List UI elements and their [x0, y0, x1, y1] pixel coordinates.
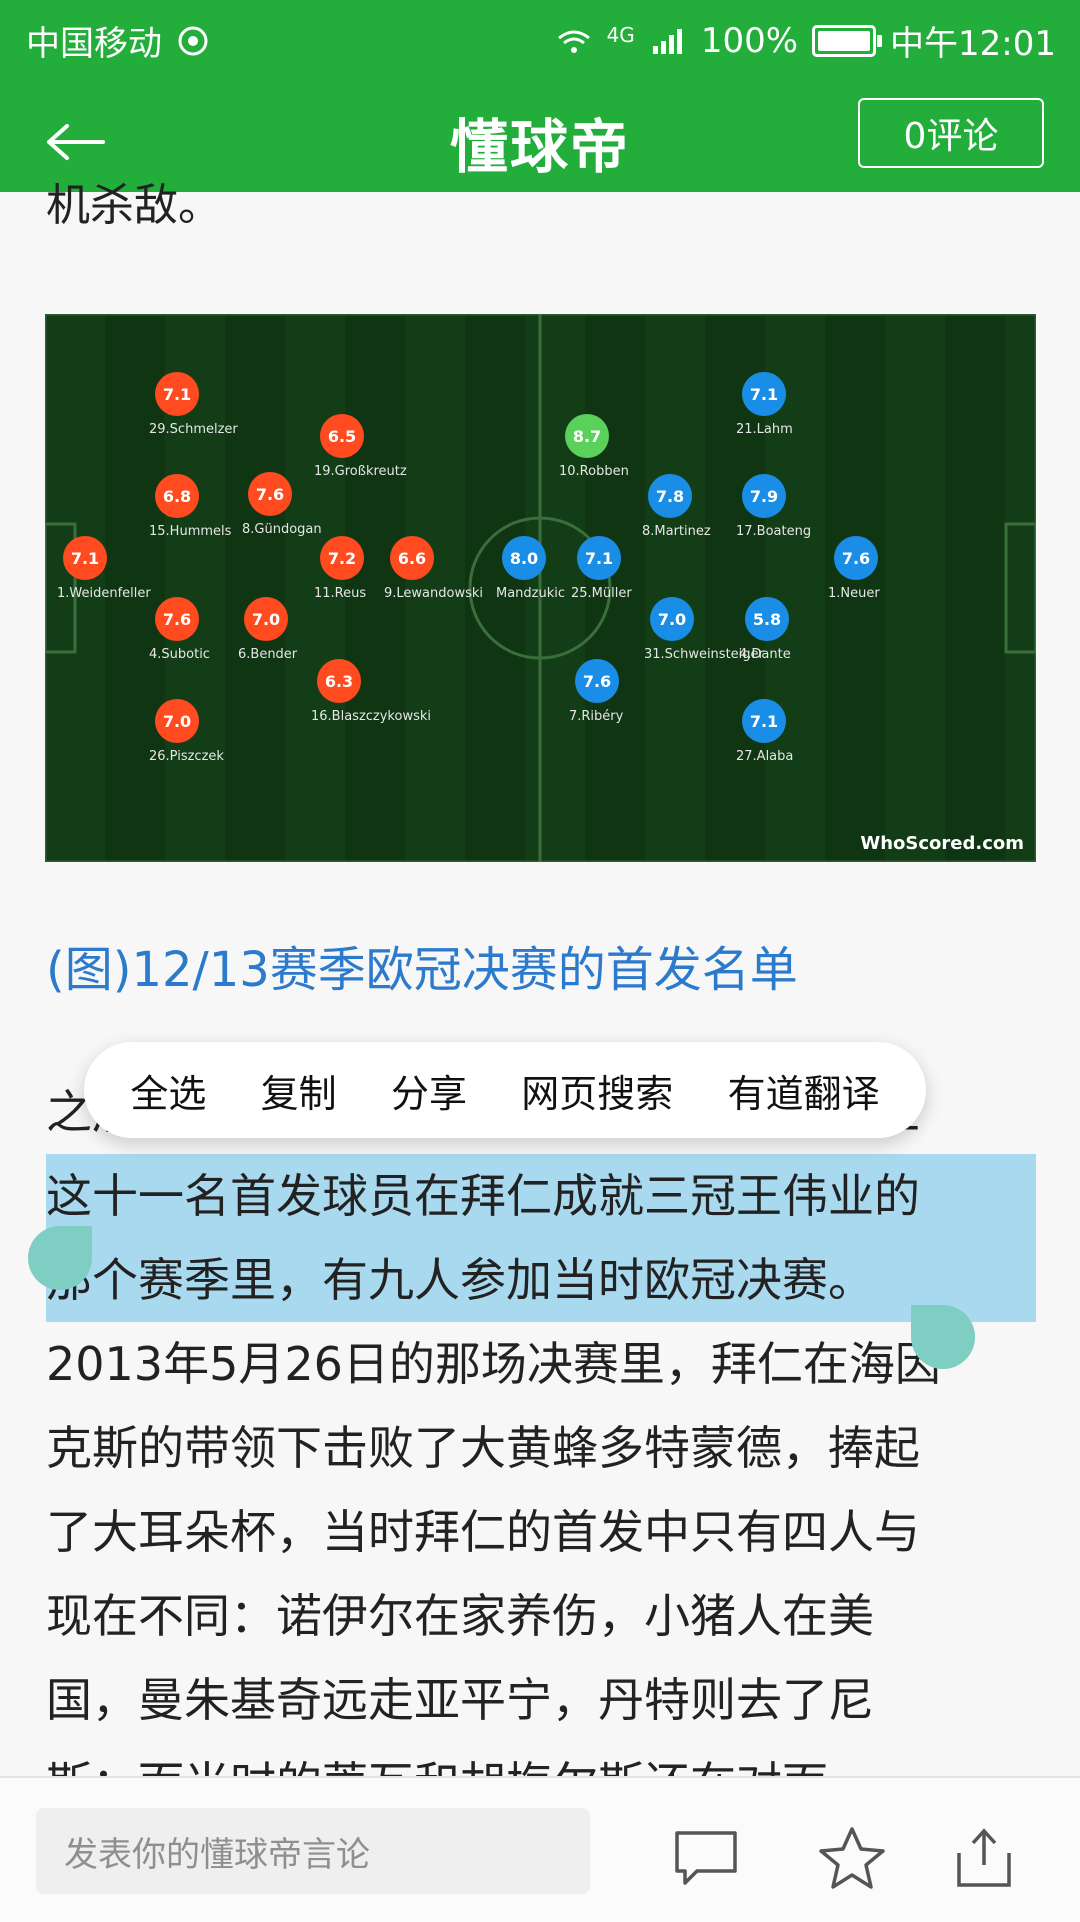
battery-icon	[812, 24, 883, 57]
player-marker: 7.1 29.Schmelzer	[149, 372, 305, 452]
player-rating: 6.6	[390, 536, 434, 580]
player-rating: 7.0	[155, 699, 199, 743]
player-name: 27.Alaba	[736, 749, 794, 764]
player-rating: 8.0	[502, 536, 546, 580]
player-rating: 7.1	[577, 536, 621, 580]
selection-start-handle[interactable]	[28, 1226, 92, 1290]
lineup-image: 7.1 29.Schmelzer 6.5 19.Großkreutz 6.8 15.Hum…	[45, 314, 1036, 862]
player-name: 21.Lahm	[736, 422, 793, 437]
player-rating: 6.8	[155, 474, 199, 518]
signal-icon	[649, 22, 687, 60]
player-rating: 7.8	[648, 474, 692, 518]
player-name: 6.Bender	[238, 647, 298, 662]
player-marker: 5.8 4.Dante	[739, 597, 895, 677]
article-line: 克斯的带领下击败了大黄蜂多特蒙德，捧起	[46, 1421, 920, 1475]
player-rating: 7.0	[650, 597, 694, 641]
player-name: 29.Schmelzer	[149, 422, 238, 437]
clock: 中午12:01	[890, 24, 1056, 64]
watermark: WhoScored.com	[860, 833, 1024, 854]
player-rating: 7.1	[63, 536, 107, 580]
comment-input[interactable]: 发表你的懂球帝言论	[36, 1808, 590, 1894]
share-text-button[interactable]: 分享	[383, 1063, 475, 1118]
article-line: 了大耳朵杯，当时拜仁的首发中只有四人与	[46, 1505, 920, 1559]
player-rating: 8.7	[565, 414, 609, 458]
player-rating: 7.6	[155, 597, 199, 641]
player-name: 9.Lewandowski	[384, 586, 484, 601]
star-icon	[819, 1827, 885, 1889]
copy-button[interactable]: 复制	[253, 1063, 345, 1118]
player-rating: 7.1	[742, 699, 786, 743]
player-rating: 7.1	[742, 372, 786, 416]
player-marker: 7.1 21.Lahm	[736, 372, 892, 452]
selection-end-handle[interactable]	[911, 1305, 975, 1369]
chat-bubble-icon	[675, 1831, 737, 1885]
text-selection-menu: 全选 复制 分享 网页搜索 有道翻译	[84, 1042, 926, 1138]
network-type: 4G	[606, 22, 635, 47]
player-rating: 7.2	[320, 536, 364, 580]
player-name: 1.Weidenfeller	[57, 586, 151, 601]
player-name: 8.Gündogan	[242, 522, 322, 537]
top-bar: 中国移动 4G 100% 中午12:01 懂球帝 0评论	[0, 0, 1080, 192]
status-left: 中国移动	[26, 16, 212, 65]
article-line: 2013年5月26日的那场决赛里，拜仁在海因	[46, 1337, 941, 1391]
player-name: Mandzukic	[496, 586, 566, 601]
soccer-ball-icon	[174, 22, 212, 60]
article-line-selected: 那个赛季里，有九人参加当时欧冠决赛。	[46, 1238, 1036, 1322]
translate-button[interactable]: 有道翻译	[720, 1063, 888, 1118]
select-all-button[interactable]: 全选	[122, 1063, 214, 1118]
player-rating: 7.0	[244, 597, 288, 641]
text-fragment: 机杀敌。	[46, 180, 222, 231]
article-line: 国，曼朱基奇远走亚平宁，丹特则去了尼	[46, 1673, 874, 1727]
comment-button[interactable]	[666, 1818, 746, 1898]
player-name: 10.Robben	[559, 464, 629, 479]
share-button[interactable]	[944, 1818, 1024, 1898]
player-marker: 7.6 7.Ribéry	[569, 659, 725, 739]
favorite-button[interactable]	[812, 1818, 892, 1898]
article-line: 现在不同：诺伊尔在家养伤，小猪人在美	[46, 1589, 874, 1643]
comments-button[interactable]: 0评论	[858, 98, 1044, 168]
player-name: 17.Boateng	[736, 524, 812, 539]
player-rating: 7.6	[575, 659, 619, 703]
player-name: 16.Blaszczykowski	[311, 709, 431, 724]
player-rating: 7.9	[742, 474, 786, 518]
status-bar: 中国移动 4G 100% 中午12:01	[0, 0, 1080, 80]
status-right: 4G 100% 中午12:01	[555, 16, 1056, 65]
article-body: 之后在拜仁成就三冠王伟业的那个赛季场上 这十一名首发球员在拜仁成就三冠王伟业的 …	[46, 1070, 1036, 1826]
player-name: 4.Dante	[739, 647, 791, 662]
wifi-icon	[555, 22, 593, 60]
share-icon	[957, 1828, 1011, 1887]
image-caption: (图)12/13赛季欧冠决赛的首发名单	[46, 942, 798, 998]
player-rating: 5.8	[745, 597, 789, 641]
player-name: 7.Ribéry	[569, 709, 624, 724]
carrier-name: 中国移动	[26, 24, 162, 64]
player-rating: 6.5	[320, 414, 364, 458]
player-rating: 7.6	[834, 536, 878, 580]
player-marker: 7.1 27.Alaba	[736, 699, 892, 779]
player-name: 26.Piszczek	[149, 749, 224, 764]
article-top: 机杀敌。	[46, 170, 1036, 242]
player-rating: 7.1	[155, 372, 199, 416]
player-rating: 6.3	[317, 659, 361, 703]
article-line-selected: 这十一名首发球员在拜仁成就三冠王伟业的	[46, 1154, 1036, 1238]
player-name: 25.Müller	[571, 586, 632, 601]
player-marker: 7.0 26.Piszczek	[149, 699, 305, 779]
web-search-button[interactable]: 网页搜索	[513, 1063, 681, 1118]
battery-percent: 100%	[700, 20, 799, 61]
player-marker: 6.3 16.Blaszczykowski	[311, 659, 467, 739]
player-rating: 7.6	[248, 472, 292, 516]
bottom-bar: 发表你的懂球帝言论	[0, 1776, 1080, 1922]
player-name: 4.Subotic	[149, 647, 210, 662]
